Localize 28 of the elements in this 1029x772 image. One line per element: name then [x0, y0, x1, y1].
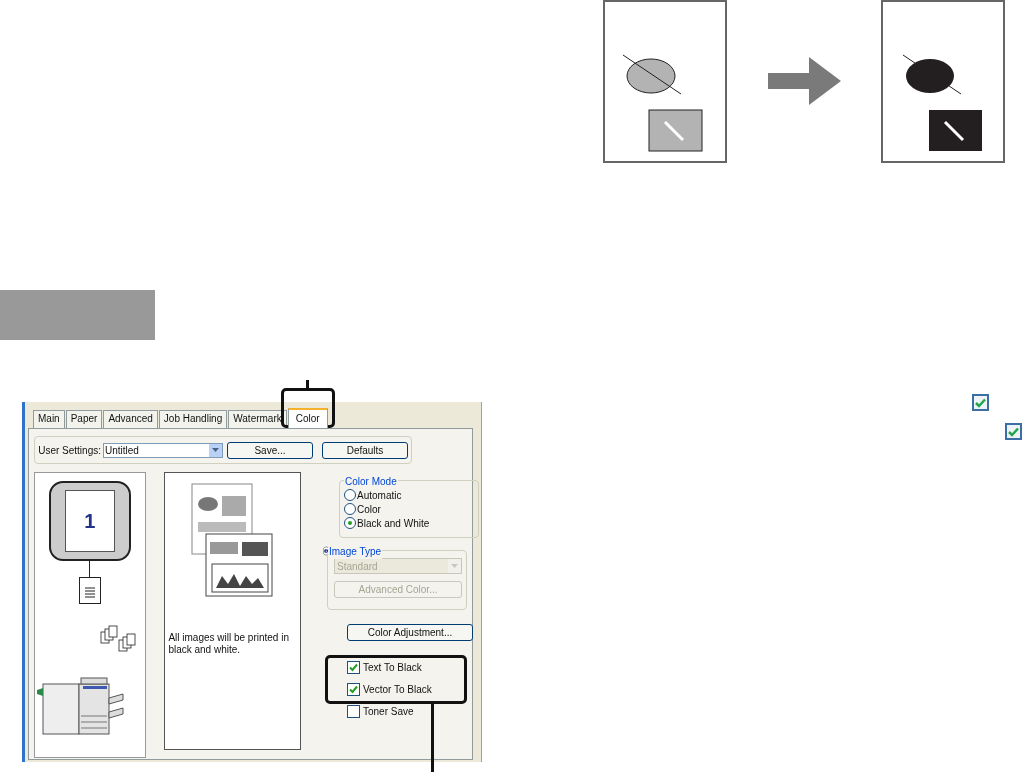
radio-label: Color [357, 502, 381, 517]
group-title: Image Type [328, 544, 383, 559]
tab[interactable]: Color [287, 408, 328, 428]
radio-button[interactable] [344, 503, 356, 515]
radio-button[interactable] [344, 517, 356, 529]
tab[interactable]: Watermark [228, 410, 287, 428]
checkbox-label: Vector To Black [363, 683, 432, 697]
user-settings-label: User Settings: [38, 443, 101, 458]
tab[interactable]: Main [33, 410, 65, 428]
checkbox-label: Toner Save [363, 705, 414, 719]
tab[interactable]: Job Handling [158, 410, 228, 428]
preview-caption: All images will be printed in black and white. [168, 632, 290, 656]
checkbox[interactable] [347, 683, 360, 696]
user-settings-dropdown[interactable]: Untitled [103, 442, 223, 458]
page-number: 1 [64, 490, 115, 552]
highlight-frame [281, 388, 335, 428]
checkbox-label: Text To Black [363, 661, 422, 675]
radio-label: Black and White [357, 516, 430, 531]
callout-line [431, 703, 434, 772]
tab[interactable]: Advanced [103, 410, 158, 428]
checkbox[interactable] [347, 661, 360, 674]
checkbox[interactable] [347, 705, 360, 718]
tab[interactable]: Paper [65, 410, 103, 428]
save-button[interactable]: Save... [227, 441, 313, 459]
radio-button[interactable] [344, 489, 356, 501]
color-adjustment-button[interactable]: Color Adjustment... [347, 624, 473, 641]
defaults-button[interactable]: Defaults [322, 441, 408, 459]
radio-label: Automatic [357, 488, 402, 503]
